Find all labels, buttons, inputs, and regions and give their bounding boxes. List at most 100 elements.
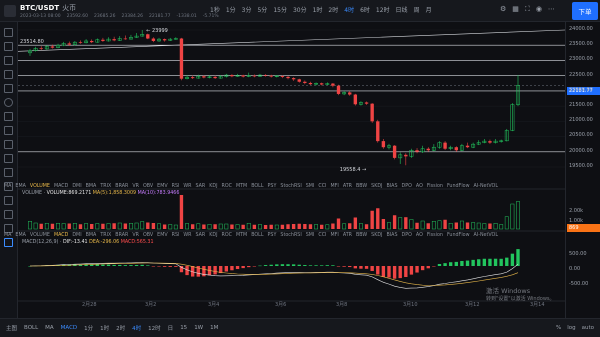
indicator-option[interactable]: EMA (15, 184, 25, 189)
bottom-bar-option[interactable]: 日 (168, 324, 174, 332)
indicator-option[interactable]: BBW (356, 184, 367, 189)
symbol-title[interactable]: BTC/USDT 火币 (20, 3, 76, 13)
eye-tool-icon[interactable] (4, 210, 13, 219)
indicator-option[interactable]: WR (183, 233, 191, 238)
trade-button[interactable]: 下单 (572, 2, 598, 20)
timeframe-tab[interactable]: 1分 (226, 5, 236, 14)
timeframe-tab[interactable]: 月 (426, 5, 432, 14)
indicator-option[interactable]: SKDJ (371, 233, 382, 238)
indicator-option[interactable]: ATR (343, 184, 352, 189)
bottom-bar-option[interactable]: 主图 (6, 324, 17, 332)
bottom-bar-option[interactable]: MA (45, 325, 54, 331)
timeframe-tab[interactable]: 周 (414, 5, 420, 14)
fullscreen-icon[interactable]: ⛶ (525, 5, 530, 14)
timeframe-tab[interactable]: 日线 (396, 5, 408, 14)
timeframe-tab[interactable]: 1时 (313, 5, 323, 14)
timeframe-tab[interactable]: 15分 (273, 5, 287, 14)
indicator-option[interactable]: BMA (86, 233, 97, 238)
indicator-option[interactable]: MTM (236, 233, 247, 238)
timeframe-tab[interactable]: 6时 (360, 5, 370, 14)
indicator-option[interactable]: BOLL (251, 184, 263, 189)
indicator-option[interactable]: RSI (172, 184, 180, 189)
indicator-option[interactable]: BIAS (386, 233, 397, 238)
indicator-option[interactable]: CCI (318, 184, 326, 189)
bottom-bar-option[interactable]: 15 (180, 325, 187, 331)
indicator-option[interactable]: PSY (268, 233, 277, 238)
indicator-option[interactable]: DPO (402, 233, 412, 238)
indicator-option[interactable]: MTM (236, 184, 247, 189)
rectangle-tool-icon[interactable] (4, 112, 13, 121)
indicator-option[interactable]: MACD (54, 184, 68, 189)
bottom-bar-option[interactable]: 1M (210, 325, 218, 331)
indicator-option[interactable]: AI-NetVOL (474, 184, 499, 189)
scale-option[interactable]: % (556, 325, 561, 331)
indicator-option[interactable]: TRIX (100, 233, 111, 238)
bottom-bar-option[interactable]: 4时 (132, 324, 141, 332)
bottom-bar-option[interactable]: 1时 (100, 324, 109, 332)
indicator-option[interactable]: BOLL (251, 233, 263, 238)
ray-tool-icon[interactable] (4, 70, 13, 79)
indicator-option[interactable]: RSI (172, 233, 180, 238)
indicator-option[interactable]: MFI (330, 184, 338, 189)
indicator-option[interactable]: FundFlow (447, 233, 470, 238)
indicator-option[interactable]: OBV (143, 233, 153, 238)
indicator-option[interactable]: WR (183, 184, 191, 189)
indicator-option[interactable]: TRIX (100, 184, 111, 189)
indicator-option[interactable]: AO (416, 233, 423, 238)
indicator-option[interactable]: ATR (343, 233, 352, 238)
indicator-option[interactable]: CCI (318, 233, 326, 238)
timeframe-tab[interactable]: 1秒 (210, 5, 220, 14)
indicator-option[interactable]: VR (132, 233, 139, 238)
indicator-option[interactable]: EMA (15, 233, 25, 238)
more-icon[interactable]: ⋯ (548, 5, 555, 14)
indicator-option[interactable]: PSY (268, 184, 277, 189)
indicator-option[interactable]: VOLUME (30, 184, 50, 189)
indicator-option[interactable]: SAR (196, 233, 206, 238)
fibonacci-tool-icon[interactable] (4, 126, 13, 135)
channel-tool-icon[interactable] (4, 84, 13, 93)
bottom-bar-option[interactable]: 2时 (116, 324, 125, 332)
indicator-option[interactable]: BBW (356, 233, 367, 238)
scale-option[interactable]: log (567, 325, 575, 331)
timeframe-tab[interactable]: 3分 (242, 5, 252, 14)
lock-tool-icon[interactable] (4, 196, 13, 205)
indicator-option[interactable]: OBV (143, 184, 153, 189)
indicator-option[interactable]: KDJ (209, 233, 217, 238)
indicator-option[interactable]: DMI (72, 233, 81, 238)
bottom-bar-option[interactable]: MACD (61, 325, 78, 331)
indicator-option[interactable]: Fission (427, 233, 443, 238)
timeframe-tab[interactable]: 4时 (344, 5, 354, 14)
indicator-option[interactable]: MFI (330, 233, 338, 238)
indicator-option[interactable]: VR (132, 184, 139, 189)
timeframe-tab[interactable]: 12时 (376, 5, 390, 14)
trendline-tool-icon[interactable] (4, 42, 13, 51)
indicator-option[interactable]: EMV (157, 233, 167, 238)
indicator-option[interactable]: BRAR (115, 233, 128, 238)
indicator-option[interactable]: SAR (196, 184, 206, 189)
indicator-option[interactable]: SKDJ (371, 184, 382, 189)
indicator-option[interactable]: EMV (157, 184, 167, 189)
indicator-option[interactable]: DMI (72, 184, 81, 189)
horizontal-line-tool-icon[interactable] (4, 56, 13, 65)
camera-icon[interactable]: ◉ (536, 5, 542, 14)
indicator-option[interactable]: StochRSI (280, 184, 301, 189)
indicator-option[interactable]: BIAS (386, 184, 397, 189)
indicator-option[interactable]: StochRSI (280, 233, 301, 238)
scale-option[interactable]: auto (582, 325, 594, 331)
timeframe-tab[interactable]: 5分 (257, 5, 267, 14)
bottom-bar-option[interactable]: 12时 (148, 324, 161, 332)
settings-icon[interactable]: ⚙ (500, 5, 506, 14)
indicator-option[interactable]: KDJ (209, 184, 217, 189)
bottom-bar-option[interactable]: BOLL (24, 325, 38, 331)
timeframe-tab[interactable]: 30分 (293, 5, 307, 14)
circle-tool-icon[interactable] (4, 98, 13, 107)
price-axis[interactable]: 22181.77 2.00k 1.00k 869 500.00 0.00 -50… (565, 22, 600, 318)
bottom-bar-option[interactable]: 1分 (84, 324, 93, 332)
indicator-option[interactable]: BMA (86, 184, 97, 189)
indicator-option[interactable]: FundFlow (447, 184, 470, 189)
indicator-option[interactable]: ROC (222, 184, 232, 189)
indicator-option[interactable]: VOLUME (30, 233, 50, 238)
indicator-option[interactable]: SMI (306, 233, 315, 238)
indicator-option[interactable]: MA (4, 184, 11, 189)
indicator-option[interactable]: AO (416, 184, 423, 189)
